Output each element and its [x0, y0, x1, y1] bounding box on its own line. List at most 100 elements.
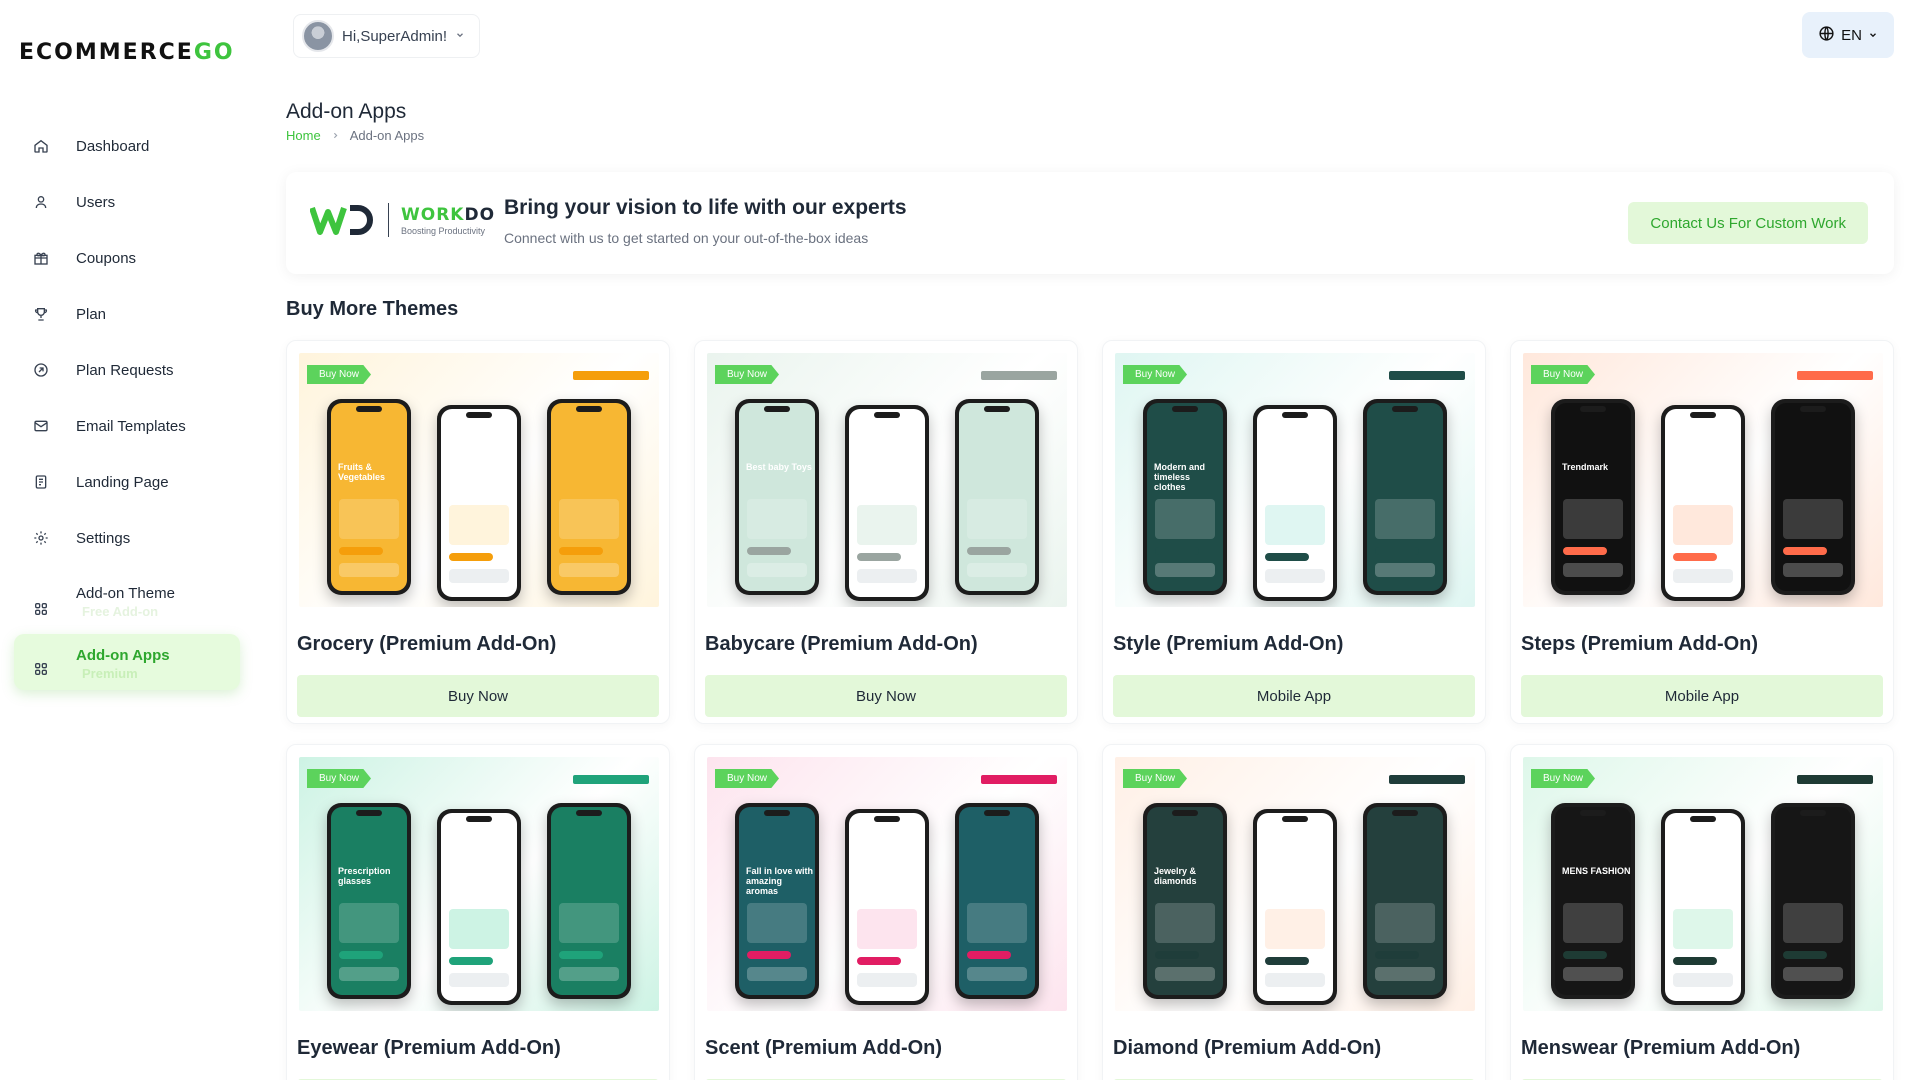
sidebar-item-email-templates[interactable]: Email Templates — [14, 398, 240, 454]
phone-mockup — [437, 405, 521, 601]
theme-card[interactable]: Buy Now Jewelry & diamonds Diamond (Premiu… — [1102, 744, 1486, 1080]
phone-content-block — [1673, 973, 1733, 987]
workdo-tagline: Boosting Productivity — [401, 225, 486, 236]
sidebar-item-plan-requests[interactable]: Plan Requests — [14, 342, 240, 398]
phone-notch — [1172, 810, 1198, 816]
buy-now-ribbon: Buy Now — [1531, 769, 1596, 788]
mail-icon — [30, 415, 52, 437]
phone-notch — [466, 412, 492, 418]
phone-content-block — [1673, 569, 1733, 583]
contact-custom-work-button[interactable]: Contact Us For Custom Work — [1628, 202, 1868, 244]
phone-screen — [1257, 813, 1333, 1001]
sidebar-item-plan[interactable]: Plan — [14, 286, 240, 342]
theme-action-button[interactable]: Mobile App — [1521, 675, 1883, 717]
theme-preview-image: Buy Now Modern and timeless clothes — [1115, 353, 1475, 607]
phone-content-block — [1563, 563, 1623, 577]
phone-screen: Best baby Toys — [739, 403, 815, 591]
phone-mockup — [547, 399, 631, 595]
phone-content-block — [339, 967, 399, 981]
phone-mockup — [547, 803, 631, 999]
sidebar-item-addon-apps[interactable]: Add-on Apps Premium — [14, 634, 240, 690]
phone-headline: MENS FASHION — [1562, 866, 1631, 876]
phone-content-block — [1265, 957, 1309, 965]
addon-tag-stripe — [573, 371, 649, 380]
phone-notch — [1172, 406, 1198, 412]
sidebar-item-settings[interactable]: Settings — [14, 510, 240, 566]
phone-notch — [874, 816, 900, 822]
theme-card[interactable]: Buy Now Fruits & Vegetables Grocery (Premi… — [286, 340, 670, 724]
sidebar-item-label: Coupons — [76, 249, 137, 267]
phone-content-block — [1155, 499, 1215, 539]
apps-icon — [30, 658, 52, 680]
phone-notch — [1392, 406, 1418, 412]
theme-preview-image: Buy Now Best baby Toys — [707, 353, 1067, 607]
apps-icon — [30, 598, 52, 620]
theme-card[interactable]: Buy Now MENS FASHION Menswear (Premium Add… — [1510, 744, 1894, 1080]
brand-logo[interactable]: ECOMMERCEGO — [19, 40, 235, 65]
addon-tag-stripe — [1797, 775, 1873, 784]
theme-title: Style (Premium Add-On) — [1113, 633, 1344, 655]
user-menu[interactable]: Hi,SuperAdmin! — [293, 14, 481, 58]
theme-card[interactable]: Buy Now Prescription glasses Eyewear (Prem… — [286, 744, 670, 1080]
buy-now-ribbon: Buy Now — [715, 365, 780, 384]
phone-content-block — [1265, 973, 1325, 987]
phone-notch — [874, 412, 900, 418]
phone-notch — [1800, 406, 1826, 412]
phone-headline: Best baby Toys — [746, 462, 812, 472]
sidebar-item-users[interactable]: Users — [14, 174, 240, 230]
theme-preview-image: Buy Now Fruits & Vegetables — [299, 353, 659, 607]
buy-now-ribbon: Buy Now — [1531, 365, 1596, 384]
phone-content-block — [747, 547, 791, 555]
phone-content-block — [967, 951, 1011, 959]
theme-card[interactable]: Buy Now Modern and timeless clothes Style … — [1102, 340, 1486, 724]
sidebar-item-badge: Free Add-on — [82, 604, 159, 619]
landing-icon — [30, 471, 52, 493]
theme-preview-image: Buy Now Prescription glasses — [299, 757, 659, 1011]
workdo-name-part: W — [401, 204, 421, 225]
breadcrumb: Home Add-on Apps — [286, 128, 424, 143]
sidebar-item-addon-theme[interactable]: Add-on Theme Free Add-on — [14, 572, 240, 628]
sidebar-item-coupons[interactable]: Coupons — [14, 230, 240, 286]
phone-content-block — [967, 547, 1011, 555]
buy-now-ribbon: Buy Now — [715, 769, 780, 788]
sidebar-item-dashboard[interactable]: Dashboard — [14, 118, 240, 174]
sidebar-item-landing-page[interactable]: Landing Page — [14, 454, 240, 510]
addon-tag-stripe — [573, 775, 649, 784]
phone-mockup — [1363, 399, 1447, 595]
phone-mockup: Jewelry & diamonds — [1143, 803, 1227, 999]
theme-card[interactable]: Buy Now Best baby Toys Babycare (Premium A… — [694, 340, 1078, 724]
phone-content-block — [857, 569, 917, 583]
theme-preview-image: Buy Now Fall in love with amazing aromas — [707, 757, 1067, 1011]
language-selector[interactable]: EN — [1802, 12, 1894, 58]
theme-action-button[interactable]: Mobile App — [1113, 675, 1475, 717]
theme-action-button[interactable]: Buy Now — [705, 675, 1067, 717]
addon-tag-stripe — [1797, 371, 1873, 380]
phone-content-block — [449, 569, 509, 583]
phone-mockup — [845, 405, 929, 601]
phone-notch — [1800, 810, 1826, 816]
phone-screen — [959, 403, 1035, 591]
phone-content-block — [1673, 957, 1717, 965]
logo-text: ECOMMERCE — [19, 40, 194, 65]
phone-content-block — [1563, 967, 1623, 981]
phone-content-block — [1783, 563, 1843, 577]
request-icon — [30, 359, 52, 381]
phone-content-block — [1783, 499, 1843, 539]
phone-content-block — [857, 909, 917, 949]
theme-card[interactable]: Buy Now Fall in love with amazing aromas S… — [694, 744, 1078, 1080]
phone-content-block — [1265, 505, 1325, 545]
theme-action-button[interactable]: Buy Now — [297, 675, 659, 717]
phone-screen — [1367, 807, 1443, 995]
phone-content-block — [857, 957, 901, 965]
theme-card[interactable]: Buy Now Trendmark Steps (Premium Add-On) Mo… — [1510, 340, 1894, 724]
phone-notch — [576, 406, 602, 412]
phone-content-block — [857, 553, 901, 561]
theme-title: Scent (Premium Add-On) — [705, 1037, 943, 1059]
breadcrumb-home-link[interactable]: Home — [286, 128, 321, 143]
phone-mockup — [1771, 399, 1855, 595]
phone-content-block — [1563, 547, 1607, 555]
phone-mockup — [1661, 809, 1745, 1005]
sidebar-item-label: Plan Requests — [76, 361, 174, 379]
breadcrumb-current: Add-on Apps — [349, 128, 425, 143]
theme-title: Babycare (Premium Add-On) — [705, 633, 978, 655]
